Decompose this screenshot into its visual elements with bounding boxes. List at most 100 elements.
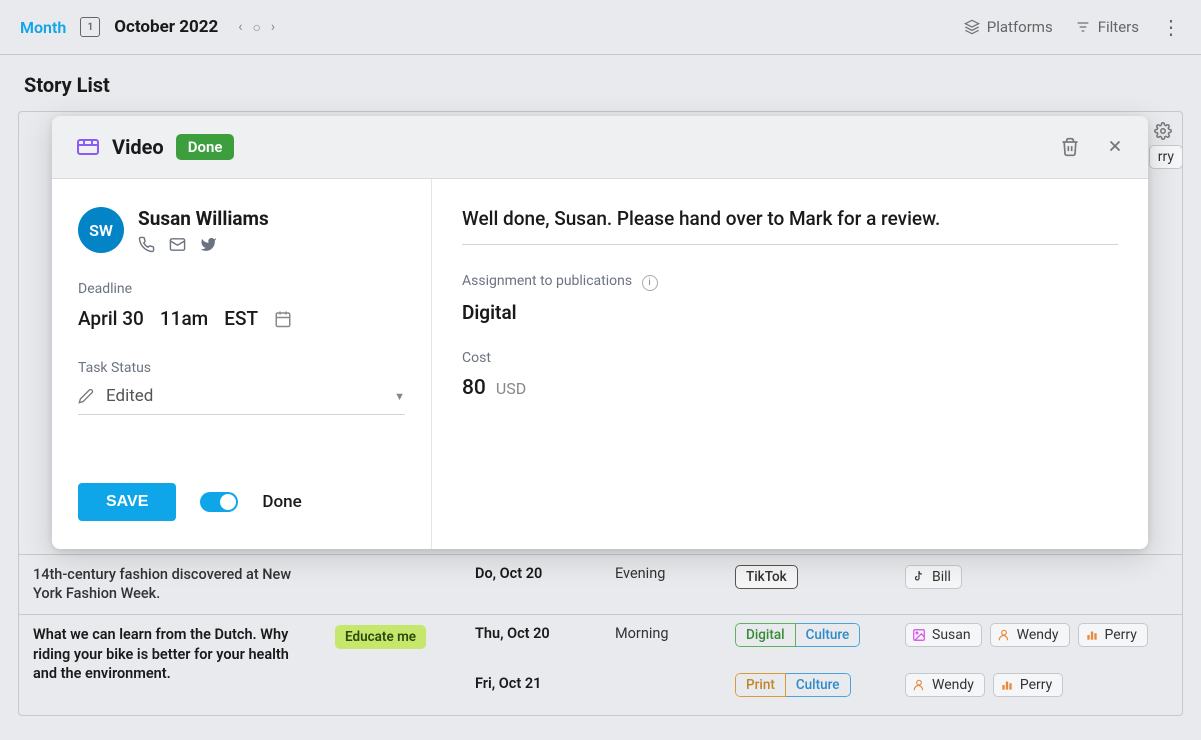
cost-currency: USD: [496, 379, 526, 398]
modal-body: SW Susan Williams Deadline April 30 11am…: [52, 179, 1148, 549]
assignee-block: SW Susan Williams: [78, 207, 405, 253]
category-chip-culture[interactable]: Culture: [796, 623, 861, 647]
category-chip-print[interactable]: Print: [735, 673, 786, 697]
category-chip-digital[interactable]: Digital: [735, 623, 796, 647]
phone-icon[interactable]: [138, 236, 155, 253]
close-button[interactable]: [1106, 137, 1124, 157]
visible-rows: 14th-century fashion discovered at New Y…: [19, 554, 1182, 715]
image-icon: [912, 628, 926, 642]
story-date-cell: Do, Oct 20: [461, 555, 601, 614]
task-detail-modal: Video Done SW Susan Williams: [52, 116, 1148, 549]
person-chip[interactable]: Wendy: [905, 673, 985, 697]
calendar-icon[interactable]: [274, 310, 292, 328]
status-badge-done: Done: [176, 134, 235, 160]
cost-block: Cost 80 USD: [462, 350, 1118, 400]
story-people-cell: Wendy Perry: [891, 673, 1182, 707]
info-icon[interactable]: i: [642, 275, 658, 291]
pencil-icon: [78, 388, 94, 404]
current-month-label[interactable]: October 2022: [114, 17, 218, 37]
story-people-cell: Susan Wendy Perry: [891, 623, 1182, 657]
cost-label: Cost: [462, 350, 1118, 366]
prev-month-button[interactable]: ‹: [238, 19, 242, 35]
person-chip[interactable]: Perry: [1078, 623, 1148, 647]
person-chip-fragment[interactable]: rry: [1149, 145, 1183, 169]
more-menu-button[interactable]: ⋮: [1161, 15, 1181, 39]
avatar[interactable]: SW: [78, 207, 124, 253]
assignee-name: Susan Williams: [138, 207, 269, 230]
video-icon: [76, 135, 100, 159]
deadline-value[interactable]: April 30 11am EST: [78, 307, 405, 330]
comment-text[interactable]: Well done, Susan. Please hand over to Ma…: [462, 207, 1118, 245]
delete-button[interactable]: [1060, 137, 1080, 157]
bars-icon: [1000, 678, 1014, 692]
deadline-tz: EST: [224, 307, 258, 330]
task-status-select[interactable]: Edited ▼: [78, 386, 405, 415]
story-categories-cell: Digital Culture: [721, 623, 891, 657]
deadline-label: Deadline: [78, 281, 405, 297]
story-subrow: Fri, Oct 21 Print Culture Wendy: [461, 665, 1182, 715]
person-chip[interactable]: Wendy: [990, 623, 1070, 647]
task-status-label: Task Status: [78, 360, 405, 376]
today-icon[interactable]: 1: [80, 17, 100, 37]
modal-type-label: Video: [112, 135, 164, 159]
category-chip-culture[interactable]: Culture: [786, 673, 851, 697]
person-name: Wendy: [1017, 627, 1059, 643]
story-people-cell: Bill: [891, 555, 1182, 614]
twitter-icon[interactable]: [200, 236, 217, 253]
story-categories-cell: TikTok: [721, 555, 891, 614]
table-row[interactable]: What we can learn from the Dutch. Why ri…: [19, 614, 1182, 715]
story-title-cell: 14th-century fashion discovered at New Y…: [19, 555, 321, 614]
chevron-down-icon: ▼: [394, 390, 405, 403]
story-subrow: Thu, Oct 20 Morning Digital Culture Susa…: [461, 615, 1182, 665]
platforms-button[interactable]: Platforms: [964, 18, 1053, 36]
month-nav: ‹ ○ ›: [238, 19, 275, 36]
story-date-cell: Thu, Oct 20: [461, 623, 601, 657]
person-name: Wendy: [932, 677, 974, 693]
filter-icon: [1075, 19, 1091, 35]
email-icon[interactable]: [169, 236, 186, 253]
bars-icon: [1085, 628, 1099, 642]
tag-educate-me[interactable]: Educate me: [335, 625, 426, 649]
story-time-cell: [601, 673, 721, 707]
topbar-left: Month 1 October 2022 ‹ ○ ›: [20, 17, 275, 37]
done-toggle-label: Done: [262, 492, 301, 512]
filters-label: Filters: [1098, 18, 1139, 36]
partial-person-chip: rry: [1149, 145, 1183, 169]
assignment-label: Assignment to publications i: [462, 273, 1118, 291]
modal-header: Video Done: [52, 116, 1148, 179]
platforms-label: Platforms: [987, 18, 1053, 36]
person-name: Bill: [932, 569, 951, 585]
category-chip-tiktok[interactable]: TikTok: [735, 565, 798, 589]
deadline-date: April 30: [78, 307, 144, 330]
filters-button[interactable]: Filters: [1075, 18, 1139, 36]
person-icon: [997, 628, 1011, 642]
view-switcher-month[interactable]: Month: [20, 18, 66, 37]
story-time-cell: Evening: [601, 555, 721, 614]
topbar-right: Platforms Filters ⋮: [964, 15, 1181, 39]
person-name: Perry: [1020, 677, 1052, 693]
save-button[interactable]: SAVE: [78, 483, 176, 521]
table-row[interactable]: 14th-century fashion discovered at New Y…: [19, 554, 1182, 614]
story-tag-cell: Educate me: [321, 615, 461, 715]
assignment-block: Assignment to publications i Digital: [462, 273, 1118, 324]
modal-left-panel: SW Susan Williams Deadline April 30 11am…: [52, 179, 432, 549]
person-chip[interactable]: Perry: [993, 673, 1063, 697]
table-settings-button[interactable]: [1154, 122, 1172, 140]
task-status-value: Edited: [106, 386, 153, 406]
story-time-cell: Morning: [601, 623, 721, 657]
person-icon: [912, 678, 926, 692]
person-chip[interactable]: Bill: [905, 565, 962, 589]
person-name: Susan: [932, 627, 971, 643]
modal-actions: [1060, 137, 1124, 157]
person-chip[interactable]: Susan: [905, 623, 982, 647]
done-toggle[interactable]: [200, 492, 238, 512]
today-circle-button[interactable]: ○: [252, 19, 260, 36]
layers-icon: [964, 19, 980, 35]
tiktok-icon: [912, 570, 926, 584]
topbar: Month 1 October 2022 ‹ ○ › Platforms Fil…: [0, 0, 1201, 55]
cost-value: 80: [462, 376, 486, 400]
deadline-time: 11am: [160, 307, 208, 330]
story-tag-cell: [321, 555, 461, 614]
next-month-button[interactable]: ›: [271, 19, 275, 35]
story-categories-cell: Print Culture: [721, 673, 891, 707]
